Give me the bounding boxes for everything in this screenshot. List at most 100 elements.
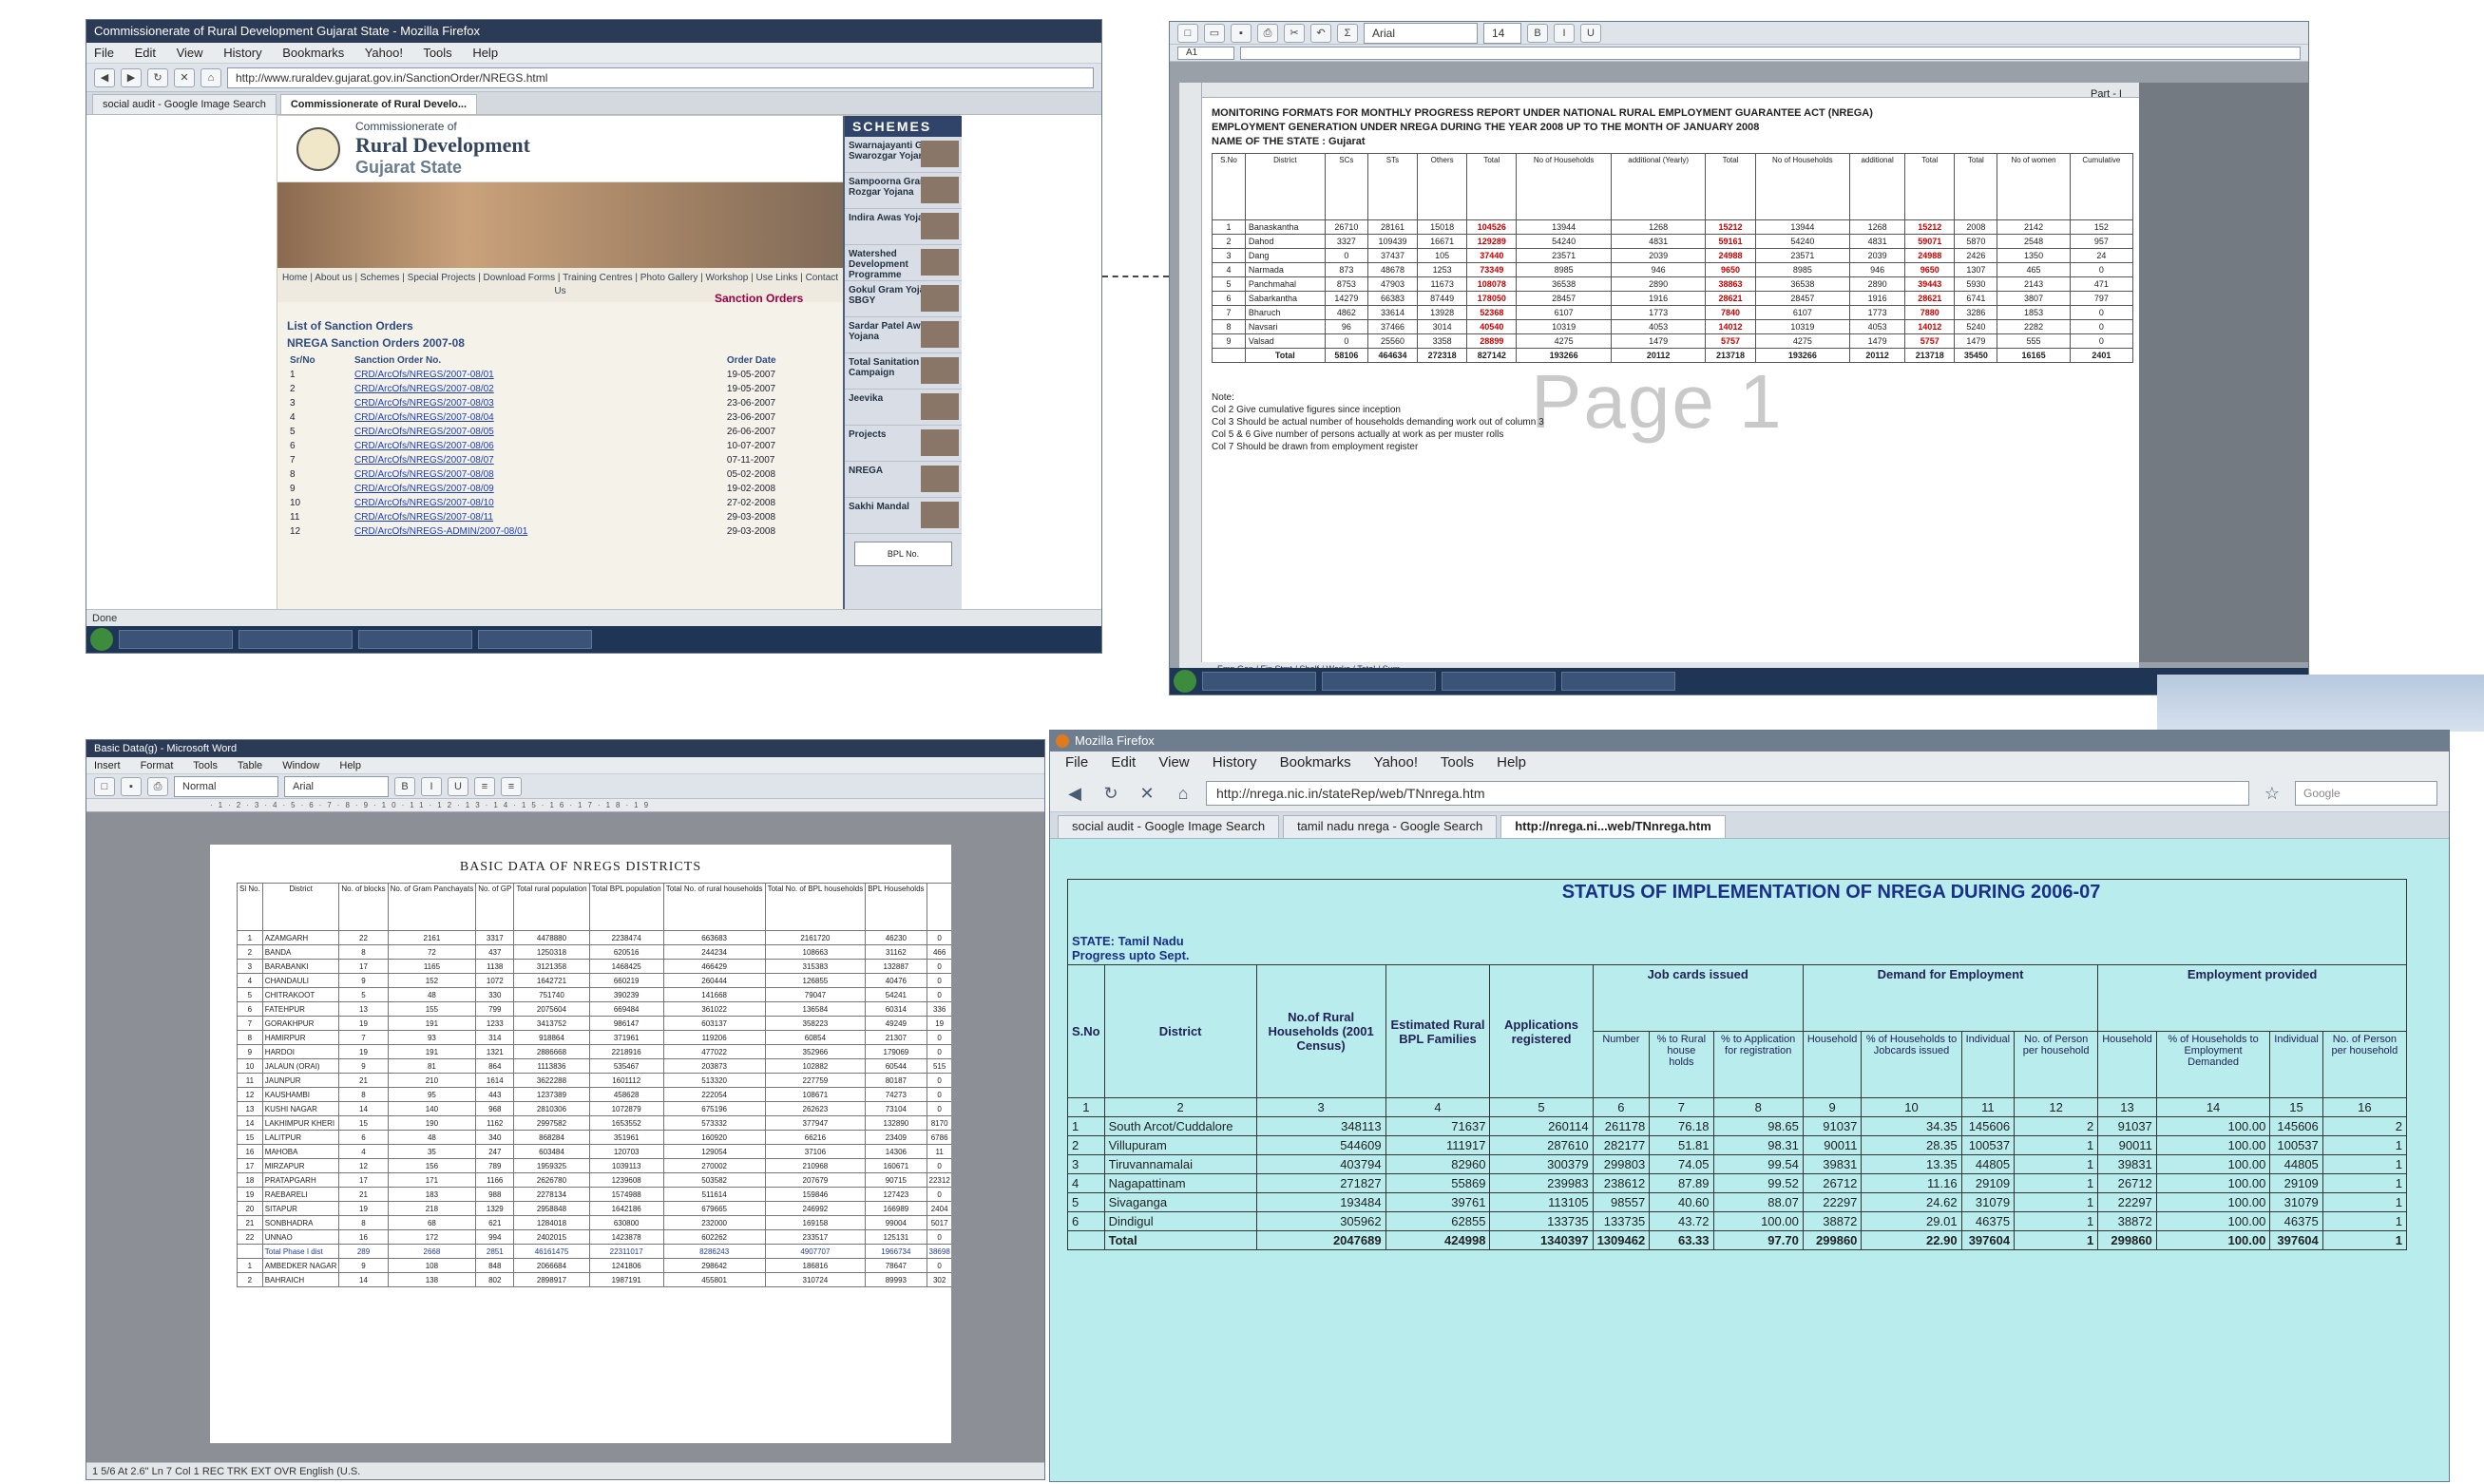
- scheme-item[interactable]: Watershed Development Programme: [845, 245, 962, 281]
- menu-edit[interactable]: Edit: [135, 46, 156, 60]
- print-icon[interactable]: ⎙: [147, 776, 168, 796]
- menu-window[interactable]: Window: [282, 760, 319, 771]
- menu-history[interactable]: History: [223, 46, 261, 60]
- new-icon[interactable]: □: [94, 776, 115, 796]
- menu-table[interactable]: Table: [238, 760, 262, 771]
- tab-rural-dev[interactable]: Commissionerate of Rural Develo...: [279, 94, 478, 114]
- font-size[interactable]: 14: [1483, 22, 1521, 44]
- menu-yahoo[interactable]: Yahoo!: [1374, 754, 1418, 771]
- taskbar-item[interactable]: [1322, 672, 1436, 691]
- scheme-item[interactable]: Indira Awas Yojana: [845, 209, 962, 245]
- order-link[interactable]: CRD/ArcOfs/NREGS/2007-08/06: [352, 439, 724, 453]
- menu-view[interactable]: View: [177, 46, 203, 60]
- tab-google-search[interactable]: tamil nadu nrega - Google Search: [1283, 815, 1498, 838]
- underline-icon[interactable]: U: [1580, 23, 1601, 43]
- font-box[interactable]: Arial: [284, 775, 389, 797]
- back-icon[interactable]: ◀: [1061, 781, 1088, 806]
- save-icon[interactable]: ▪: [1231, 23, 1252, 43]
- home-icon[interactable]: ⌂: [201, 67, 221, 87]
- taskbar-item[interactable]: [119, 630, 233, 649]
- menu-help[interactable]: Help: [472, 46, 498, 60]
- save-icon[interactable]: ▪: [121, 776, 142, 796]
- scheme-item[interactable]: Projects: [845, 426, 962, 462]
- menu-file[interactable]: File: [94, 46, 114, 60]
- menu-tools[interactable]: Tools: [423, 46, 451, 60]
- order-link[interactable]: CRD/ArcOfs/NREGS/2007-08/03: [352, 396, 724, 410]
- menu-format[interactable]: Format: [141, 760, 174, 771]
- sum-icon[interactable]: Σ: [1337, 23, 1358, 43]
- order-link[interactable]: CRD/ArcOfs/NREGS/2007-08/08: [352, 467, 724, 482]
- reload-icon[interactable]: ↻: [1098, 781, 1124, 806]
- tab-image-search[interactable]: social audit - Google Image Search: [1058, 815, 1280, 838]
- font-name[interactable]: Arial: [1364, 22, 1478, 44]
- align-center-icon[interactable]: ≡: [501, 776, 522, 796]
- open-icon[interactable]: ▭: [1204, 23, 1225, 43]
- taskbar-item[interactable]: [1561, 672, 1675, 691]
- taskbar-item[interactable]: [1442, 672, 1556, 691]
- menu-edit[interactable]: Edit: [1111, 754, 1136, 771]
- order-link[interactable]: CRD/ArcOfs/NREGS/2007-08/02: [352, 382, 724, 396]
- order-link[interactable]: CRD/ArcOfs/NREGS/2007-08/09: [352, 482, 724, 496]
- order-link[interactable]: CRD/ArcOfs/NREGS/2007-08/07: [352, 453, 724, 467]
- scheme-item[interactable]: Sakhi Mandal: [845, 498, 962, 534]
- new-icon[interactable]: □: [1177, 23, 1198, 43]
- bold-icon[interactable]: B: [394, 776, 415, 796]
- order-link[interactable]: CRD/ArcOfs/NREGS/2007-08/11: [352, 510, 724, 524]
- search-input[interactable]: Google: [2295, 780, 2437, 806]
- taskbar-item[interactable]: [239, 630, 353, 649]
- stop-icon[interactable]: ✕: [174, 67, 195, 87]
- stop-icon[interactable]: ✕: [1134, 781, 1160, 806]
- menu-tools[interactable]: Tools: [1441, 754, 1474, 771]
- tab-image-search[interactable]: social audit - Google Image Search: [92, 94, 277, 114]
- home-icon[interactable]: ⌂: [1170, 781, 1196, 806]
- italic-icon[interactable]: I: [421, 776, 442, 796]
- back-icon[interactable]: ◀: [94, 67, 115, 87]
- tab-nrega[interactable]: http://nrega.ni...web/TNnrega.htm: [1500, 815, 1726, 838]
- style-box[interactable]: Normal: [174, 775, 278, 797]
- formula-input[interactable]: [1240, 46, 2301, 60]
- sheet-grid[interactable]: Part - I MONITORING FORMATS FOR MONTHLY …: [1179, 83, 2139, 662]
- taskbar-item[interactable]: [358, 630, 472, 649]
- order-link[interactable]: CRD/ArcOfs/NREGS/2007-08/10: [352, 496, 724, 510]
- menu-yahoo[interactable]: Yahoo!: [365, 46, 403, 60]
- menu-bookmarks[interactable]: Bookmarks: [1280, 754, 1351, 771]
- menu-tools[interactable]: Tools: [193, 760, 218, 771]
- menu-insert[interactable]: Insert: [94, 760, 121, 771]
- taskbar-item[interactable]: [478, 630, 592, 649]
- taskbar-item[interactable]: [1202, 672, 1316, 691]
- name-box[interactable]: A1: [1177, 46, 1234, 60]
- reload-icon[interactable]: ↻: [147, 67, 168, 87]
- align-left-icon[interactable]: ≡: [474, 776, 495, 796]
- menu-help[interactable]: Help: [339, 760, 361, 771]
- undo-icon[interactable]: ↶: [1310, 23, 1331, 43]
- underline-icon[interactable]: U: [448, 776, 468, 796]
- scheme-item[interactable]: Sampoorna Grameen Rozgar Yojana: [845, 173, 962, 209]
- order-link[interactable]: CRD/ArcOfs/NREGS/2007-08/01: [352, 368, 724, 382]
- start-button[interactable]: [1174, 670, 1196, 693]
- scheme-item[interactable]: Swarnajayanti Gram Swarozgar Yojana: [845, 137, 962, 173]
- start-button[interactable]: [90, 628, 113, 651]
- order-link[interactable]: CRD/ArcOfs/NREGS/2007-08/05: [352, 425, 724, 439]
- bold-icon[interactable]: B: [1527, 23, 1548, 43]
- order-link[interactable]: CRD/ArcOfs/NREGS-ADMIN/2007-08/01: [352, 524, 724, 539]
- italic-icon[interactable]: I: [1554, 23, 1575, 43]
- scheme-item[interactable]: Jeevika: [845, 390, 962, 426]
- scheme-item[interactable]: Total Sanitation Campaign: [845, 353, 962, 390]
- menu-help[interactable]: Help: [1497, 754, 1526, 771]
- print-icon[interactable]: ⎙: [1257, 23, 1278, 43]
- address-bar[interactable]: http://www.ruraldev.gujarat.gov.in/Sanct…: [227, 67, 1094, 88]
- star-icon[interactable]: ☆: [2259, 781, 2285, 806]
- bpl-box[interactable]: BPL No.: [854, 542, 952, 566]
- scheme-item[interactable]: NREGA: [845, 462, 962, 498]
- forward-icon[interactable]: ▶: [121, 67, 142, 87]
- menu-bookmarks[interactable]: Bookmarks: [282, 46, 344, 60]
- menu-file[interactable]: File: [1065, 754, 1088, 771]
- address-bar[interactable]: http://nrega.nic.in/stateRep/web/TNnrega…: [1206, 780, 2249, 806]
- document-page[interactable]: BASIC DATA OF NREGS DISTRICTS Sl No. Dist…: [210, 845, 951, 1443]
- scheme-item[interactable]: Gokul Gram Yojana / SBGY: [845, 281, 962, 317]
- menu-view[interactable]: View: [1158, 754, 1189, 771]
- cut-icon[interactable]: ✂: [1284, 23, 1305, 43]
- menu-history[interactable]: History: [1213, 754, 1257, 771]
- order-link[interactable]: CRD/ArcOfs/NREGS/2007-08/04: [352, 410, 724, 425]
- scheme-item[interactable]: Sardar Patel Awas Yojana: [845, 317, 962, 353]
